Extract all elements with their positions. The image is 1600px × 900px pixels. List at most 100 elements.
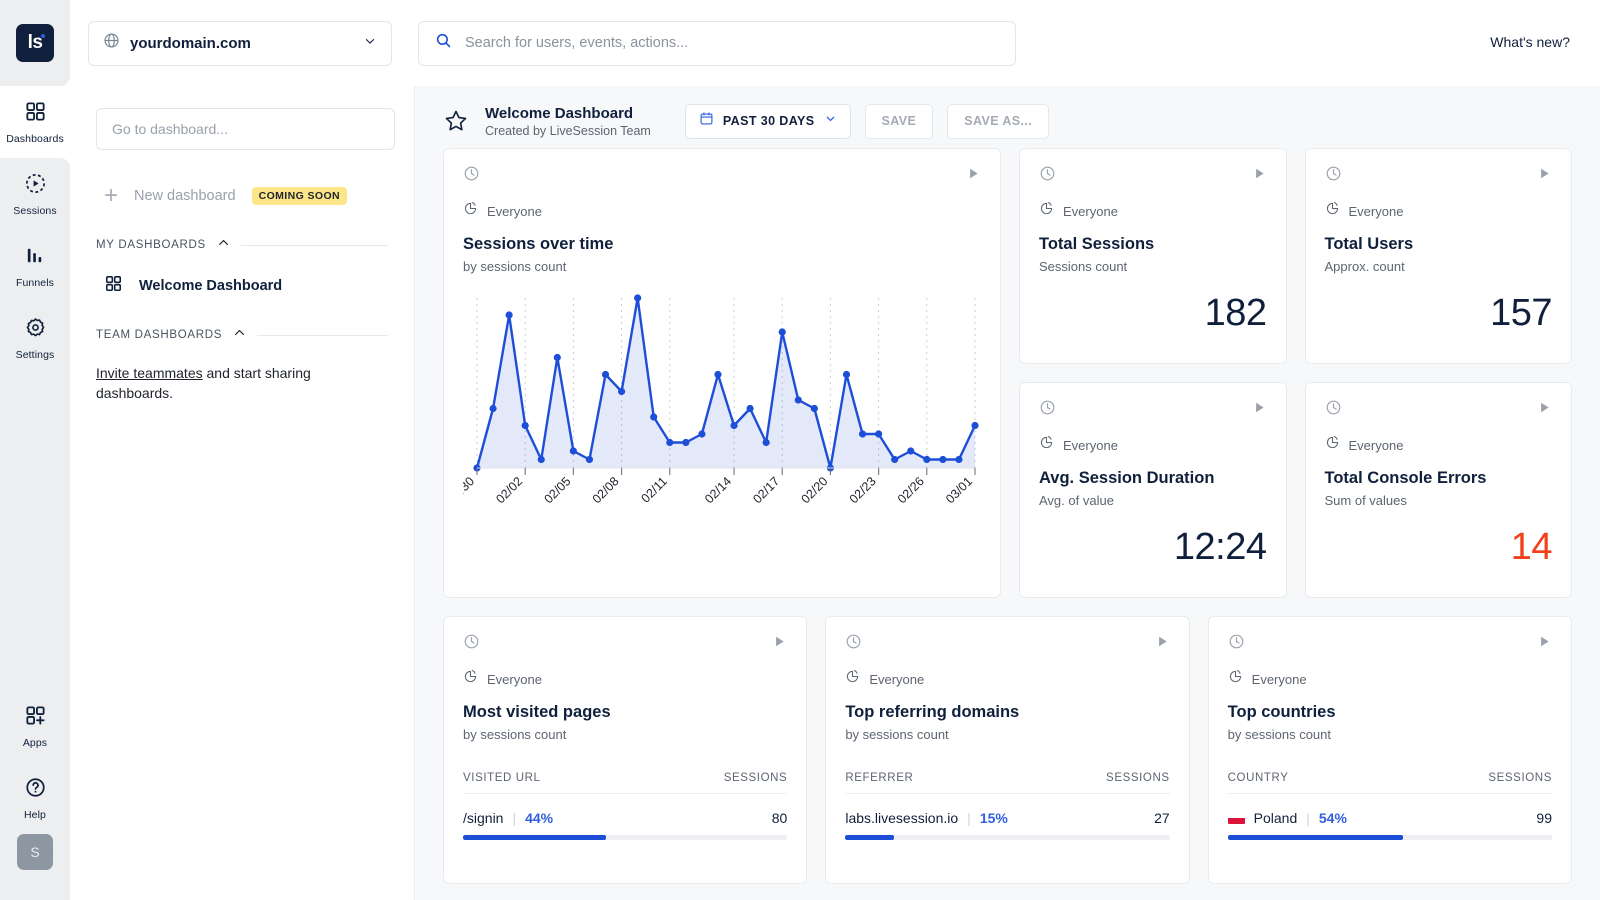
card-title: Top referring domains	[845, 703, 1169, 722]
play-icon[interactable]	[1252, 400, 1267, 420]
play-icon[interactable]	[1537, 634, 1552, 654]
logo-slot: ls	[0, 0, 70, 86]
save-button[interactable]: SAVE	[865, 104, 934, 139]
app-logo[interactable]: ls	[16, 24, 54, 62]
search-input[interactable]	[465, 35, 999, 51]
sidebar-item-apps[interactable]: Apps	[0, 690, 70, 762]
table-row[interactable]: /signin | 44% 80	[463, 810, 787, 840]
save-as-button[interactable]: SAVE AS...	[947, 104, 1049, 139]
clock-icon	[1228, 633, 1245, 655]
invite-teammates-link[interactable]: Invite teammates	[96, 365, 203, 381]
card-subtitle: Sum of values	[1325, 493, 1553, 508]
pie-chart-icon	[463, 201, 478, 221]
row-label-group: /signin | 44%	[463, 810, 553, 826]
play-icon[interactable]	[1252, 166, 1267, 186]
card-title: Total Users	[1325, 235, 1553, 254]
audience-label: Everyone	[869, 672, 924, 687]
page-subtitle: Created by LiveSession Team	[485, 124, 651, 138]
sidebar-item-sessions[interactable]: Sessions	[0, 158, 70, 230]
progress-bar-fill	[463, 835, 606, 840]
question-circle-icon	[24, 776, 47, 804]
card-subtitle: by sessions count	[1228, 727, 1552, 742]
row-label-group: labs.livesession.io | 15%	[845, 810, 1008, 826]
goto-dashboard-input[interactable]	[96, 108, 395, 150]
table-header: VISITED URL SESSIONS	[463, 772, 787, 794]
pie-chart-icon	[1039, 435, 1054, 455]
separator: |	[1306, 810, 1310, 826]
table-card-top-referring-domains: Everyone Top referring domains by sessio…	[825, 616, 1189, 884]
dashboard-list-item-welcome[interactable]: Welcome Dashboard	[96, 274, 388, 298]
card-audience: Everyone	[463, 669, 787, 689]
card-audience: Everyone	[1039, 435, 1267, 455]
play-icon[interactable]	[1537, 166, 1552, 186]
section-divider	[241, 245, 388, 246]
card-subtitle: by sessions count	[845, 727, 1169, 742]
play-icon[interactable]	[1155, 634, 1170, 654]
card-audience: Everyone	[1228, 669, 1552, 689]
kpi-row-1: Everyone Total Sessions Sessions count 1…	[1019, 148, 1572, 364]
kpi-card-total-sessions: Everyone Total Sessions Sessions count 1…	[1019, 148, 1287, 364]
chevron-up-icon[interactable]	[217, 236, 230, 254]
row-value: 27	[1154, 810, 1170, 826]
card-toolbar	[1039, 401, 1267, 419]
kpi-card-total-console-errors: Everyone Total Console Errors Sum of val…	[1305, 382, 1573, 598]
card-title: Total Console Errors	[1325, 469, 1553, 488]
chevron-up-icon[interactable]	[233, 326, 246, 344]
audience-label: Everyone	[487, 204, 542, 219]
card-audience: Everyone	[1325, 201, 1553, 221]
clock-icon	[1039, 165, 1056, 187]
table-row[interactable]: labs.livesession.io | 15% 27	[845, 810, 1169, 840]
sidebar-item-label: Apps	[23, 737, 47, 749]
row-label: labs.livesession.io	[845, 810, 958, 826]
row-label: Poland	[1254, 810, 1298, 826]
sidebar-item-funnels[interactable]: Funnels	[0, 230, 70, 302]
column-header-label: COUNTRY	[1228, 772, 1289, 784]
domain-selector[interactable]: yourdomain.com	[88, 21, 392, 66]
card-toolbar	[1325, 167, 1553, 185]
card-audience: Everyone	[1325, 435, 1553, 455]
my-dashboards-section-header[interactable]: MY DASHBOARDS	[96, 236, 388, 254]
whats-new-link[interactable]: What's new?	[1490, 34, 1570, 50]
sidebar-item-help[interactable]: Help	[0, 762, 70, 834]
sidebar-item-dashboards[interactable]: Dashboards	[0, 86, 70, 158]
dashboard-item-label: Welcome Dashboard	[139, 278, 282, 294]
row-percent: 15%	[980, 810, 1008, 826]
card-toolbar	[463, 167, 981, 185]
main-content: Welcome Dashboard Created by LiveSession…	[415, 86, 1600, 900]
globe-icon	[103, 32, 120, 54]
separator: |	[512, 810, 516, 826]
row-label: /signin	[463, 810, 503, 826]
avatar-initial: S	[30, 844, 39, 860]
date-range-picker[interactable]: PAST 30 DAYS	[685, 104, 851, 139]
my-dashboards-title: MY DASHBOARDS	[96, 239, 206, 251]
area-chart: 01/3002/0202/0502/0802/1102/1402/1702/20…	[463, 288, 981, 543]
new-dashboard-button[interactable]: + New dashboard COMING SOON	[96, 184, 388, 208]
chevron-down-icon	[363, 34, 377, 53]
card-toolbar	[845, 635, 1169, 653]
table-row-top: Poland | 54% 99	[1228, 810, 1552, 826]
column-header-label: VISITED URL	[463, 772, 541, 784]
clock-icon	[1325, 399, 1342, 421]
svg-text:03/01: 03/01	[943, 474, 975, 506]
card-subtitle: by sessions count	[463, 727, 787, 742]
team-dashboards-section-header[interactable]: TEAM DASHBOARDS	[96, 326, 388, 344]
favorite-star-icon[interactable]	[443, 108, 469, 134]
column-header-value: SESSIONS	[1488, 772, 1552, 784]
play-icon[interactable]	[966, 166, 981, 186]
body-row: Dashboards Sessions Funnels	[0, 86, 1600, 900]
avatar[interactable]: S	[17, 834, 53, 870]
card-subtitle: by sessions count	[463, 259, 981, 274]
card-subtitle: Approx. count	[1325, 259, 1553, 274]
search-box[interactable]	[418, 21, 1016, 66]
grid-icon	[104, 274, 123, 298]
domain-name: yourdomain.com	[130, 35, 353, 52]
audience-label: Everyone	[1063, 204, 1118, 219]
play-icon[interactable]	[772, 634, 787, 654]
card-subtitle: Avg. of value	[1039, 493, 1267, 508]
table-row[interactable]: Poland | 54% 99	[1228, 810, 1552, 840]
play-icon[interactable]	[1537, 400, 1552, 420]
sidebar-item-label: Dashboards	[6, 133, 64, 145]
pie-chart-icon	[1039, 201, 1054, 221]
chevron-down-icon	[824, 112, 837, 130]
sidebar-item-settings[interactable]: Settings	[0, 302, 70, 374]
